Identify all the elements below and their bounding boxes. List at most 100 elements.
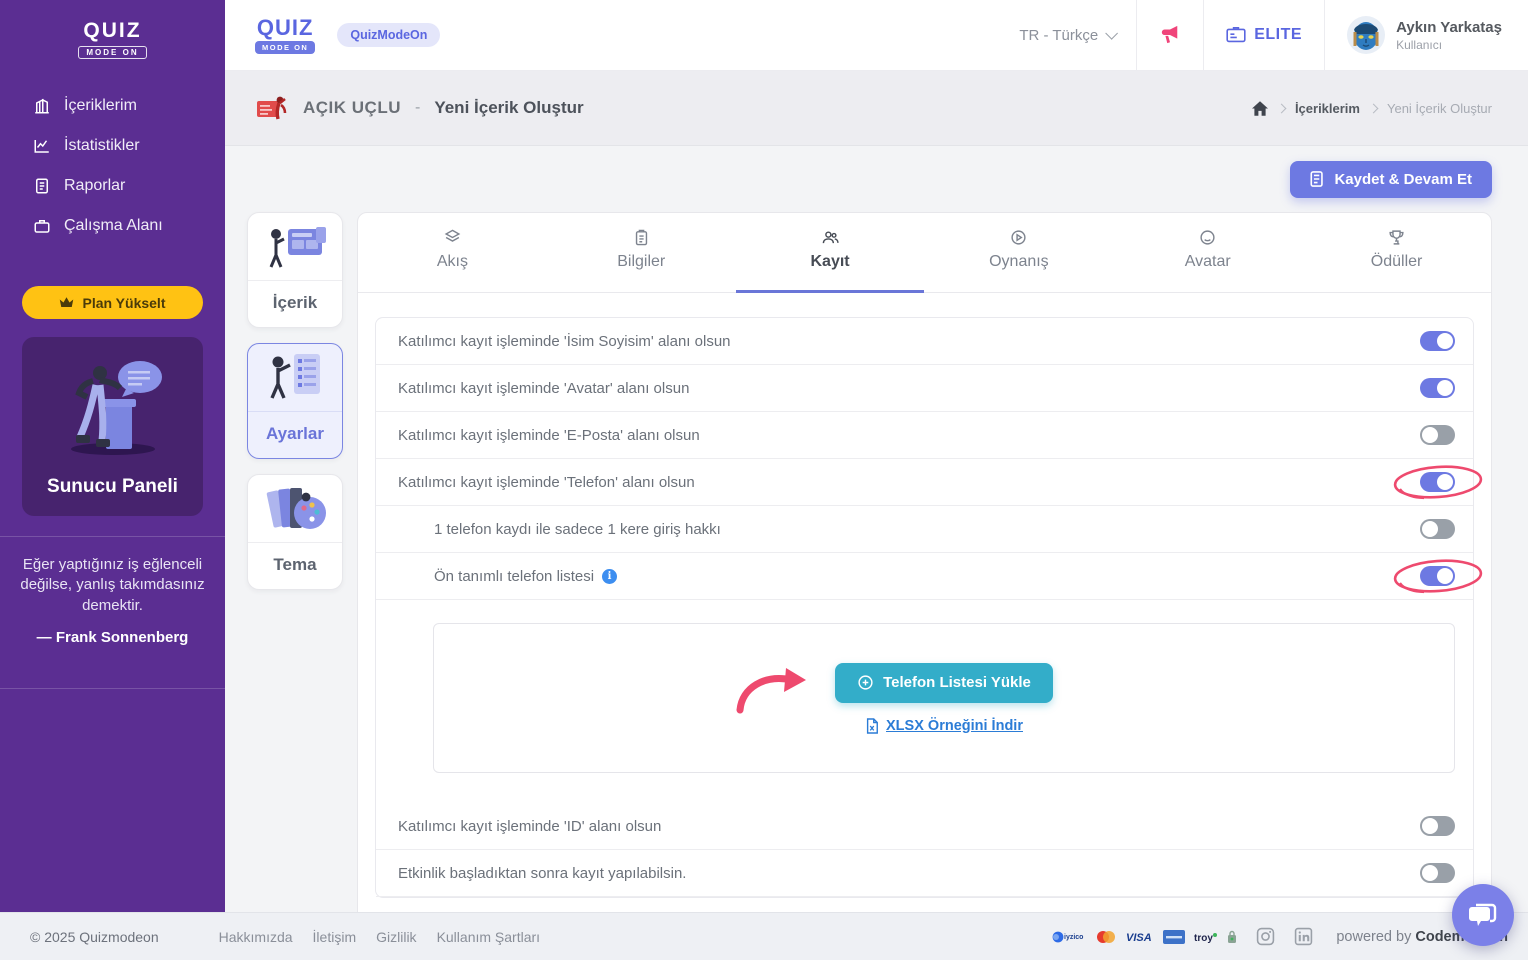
- svg-text:iyzico: iyzico: [1064, 934, 1083, 941]
- step-card-settings[interactable]: Ayarlar: [247, 343, 343, 459]
- step-label: İçerik: [272, 293, 318, 312]
- tab-label: Kayıt: [810, 253, 850, 270]
- step-card-content[interactable]: İçerik: [247, 212, 343, 328]
- id-card-icon: [1226, 27, 1246, 43]
- footer-link-terms[interactable]: Kullanım Şartları: [437, 929, 540, 945]
- tab-flow[interactable]: Akış: [358, 213, 547, 293]
- tab-avatar[interactable]: Avatar: [1113, 213, 1302, 293]
- user-menu[interactable]: Aykın Yarkataş Kullanıcı: [1324, 0, 1528, 70]
- tab-label: Bilgiler: [617, 253, 666, 270]
- info-icon[interactable]: [602, 568, 618, 584]
- save-icon: [1310, 171, 1324, 187]
- sidebar-item-statistics[interactable]: İstatistikler: [0, 126, 225, 166]
- logo-badge: MODE ON: [255, 40, 316, 54]
- single-entry-toggle[interactable]: [1420, 519, 1455, 539]
- home-icon[interactable]: [1251, 100, 1268, 116]
- language-selector[interactable]: TR - Türkçe: [997, 0, 1136, 70]
- tab-rewards[interactable]: Ödüller: [1302, 213, 1491, 293]
- upgrade-plan-button[interactable]: Plan Yükselt: [22, 286, 203, 319]
- predefined-phone-list-toggle[interactable]: [1420, 566, 1455, 586]
- chevron-right-icon: [1276, 103, 1287, 113]
- sidebar-item-reports[interactable]: Raporlar: [0, 166, 225, 206]
- tab-label: Akış: [436, 253, 468, 270]
- setting-label: Katılımcı kayıt işleminde 'Telefon' alan…: [398, 473, 695, 491]
- registration-settings-panel: Katılımcı kayıt işleminde 'İsim Soyisim'…: [375, 317, 1482, 898]
- content-illustration: [269, 226, 326, 268]
- upload-phone-list-button[interactable]: Telefon Listesi Yükle: [835, 662, 1053, 703]
- visa-logo: VISA: [1126, 929, 1154, 944]
- tab-label: Oynanış: [989, 253, 1049, 270]
- id-field-toggle[interactable]: [1420, 816, 1455, 836]
- presenter-panel-card[interactable]: Sunucu Paneli: [22, 337, 203, 516]
- footer: © 2025 Quizmodeon Hakkımızda İletişim Gi…: [0, 912, 1528, 960]
- svg-text:VISA: VISA: [1126, 932, 1152, 943]
- breadcrumb-contents[interactable]: İçeriklerim: [1295, 101, 1360, 116]
- setting-label: Etkinlik başladıktan sonra kayıt yapılab…: [398, 864, 687, 882]
- mastercard-logo: [1095, 929, 1117, 944]
- setting-label: Katılımcı kayıt işleminde 'Avatar' alanı…: [398, 379, 690, 397]
- face-icon: [1200, 230, 1215, 245]
- save-continue-label: Kaydet & Devam Et: [1334, 170, 1472, 188]
- tab-info[interactable]: Bilgiler: [547, 213, 736, 293]
- setting-label: Katılımcı kayıt işleminde 'ID' alanı ols…: [398, 817, 662, 835]
- quote-author: — Frank Sonnenberg: [36, 628, 189, 646]
- chevron-down-icon: [1105, 26, 1119, 40]
- download-xlsx-link[interactable]: XLSX Örneğini İndir: [865, 718, 1023, 734]
- name-surname-field-toggle[interactable]: [1420, 331, 1455, 351]
- avatar-field-toggle[interactable]: [1420, 378, 1455, 398]
- quote-block: Eğer yaptığınız iş eğlenceli değilse, ya…: [0, 537, 225, 668]
- footer-link-about[interactable]: Hakkımızda: [219, 929, 293, 945]
- separator: -: [415, 99, 421, 116]
- plan-badge[interactable]: ELITE: [1203, 0, 1324, 70]
- setting-row: Etkinlik başladıktan sonra kayıt yapılab…: [376, 850, 1473, 897]
- report-icon: [36, 178, 48, 194]
- header-logo[interactable]: QUIZ MODE ON: [255, 14, 316, 54]
- setting-row: Katılımcı kayıt işleminde 'İsim Soyisim'…: [376, 318, 1473, 365]
- linkedin-icon[interactable]: [1294, 927, 1313, 946]
- plan-label: ELITE: [1254, 26, 1303, 43]
- crown-icon: [60, 297, 74, 307]
- logo-badge: MODE ON: [78, 46, 147, 59]
- troy-logo: troy: [1194, 929, 1218, 944]
- setting-row: Katılımcı kayıt işleminde 'Avatar' alanı…: [376, 365, 1473, 412]
- logo-text: QUIZ: [256, 14, 314, 40]
- presenter-illustration: [70, 361, 162, 455]
- open-ended-icon: [257, 96, 287, 120]
- avatar: [1347, 16, 1386, 54]
- library-icon: [35, 98, 49, 114]
- step-label: Ayarlar: [266, 424, 324, 443]
- user-role: Kullanıcı: [1396, 37, 1443, 52]
- briefcase-icon: [34, 220, 50, 233]
- trophy-icon: [1389, 230, 1404, 245]
- phone-field-toggle[interactable]: [1420, 472, 1455, 492]
- sidebar-item-label: İçeriklerim: [64, 97, 137, 114]
- xlsx-file-icon: [866, 717, 878, 734]
- tab-gameplay[interactable]: Oynanış: [924, 213, 1113, 293]
- setting-row: Katılımcı kayıt işleminde 'E-Posta' alan…: [376, 412, 1473, 459]
- play-circle-icon: [1011, 230, 1026, 245]
- iyzico-logo: iyzico: [1052, 929, 1086, 944]
- chat-widget-button[interactable]: [1452, 884, 1514, 946]
- sidebar-item-contents[interactable]: İçeriklerim: [0, 86, 225, 126]
- tab-label: Avatar: [1184, 253, 1231, 270]
- sidebar: QUIZ MODE ON İçeriklerim İstatistikler R…: [0, 0, 225, 912]
- upload-phone-list-label: Telefon Listesi Yükle: [883, 674, 1031, 691]
- announcements-button[interactable]: [1136, 0, 1203, 70]
- email-field-toggle[interactable]: [1420, 425, 1455, 445]
- layers-icon: [444, 229, 461, 242]
- instagram-icon[interactable]: [1256, 927, 1275, 946]
- breadcrumb-current: Yeni İçerik Oluştur: [1386, 100, 1492, 116]
- chevron-right-icon: [1368, 103, 1379, 113]
- step-card-theme[interactable]: Tema: [247, 474, 343, 590]
- footer-link-contact[interactable]: İletişim: [313, 929, 357, 945]
- megaphone-icon: [1162, 25, 1178, 44]
- footer-link-privacy[interactable]: Gizlilik: [376, 929, 416, 945]
- save-continue-button[interactable]: Kaydet & Devam Et: [1290, 160, 1492, 198]
- setting-row: Katılımcı kayıt işleminde 'Telefon' alan…: [376, 459, 1482, 506]
- settings-illustration: [270, 353, 320, 399]
- late-registration-toggle[interactable]: [1420, 863, 1455, 883]
- sidebar-item-workspace[interactable]: Çalışma Alanı: [0, 206, 225, 246]
- content-step-nav: İçerik Ayarlar Tema: [247, 212, 343, 590]
- tab-registration[interactable]: Kayıt: [735, 213, 925, 293]
- setting-row: Katılımcı kayıt işleminde 'ID' alanı ols…: [376, 803, 1473, 850]
